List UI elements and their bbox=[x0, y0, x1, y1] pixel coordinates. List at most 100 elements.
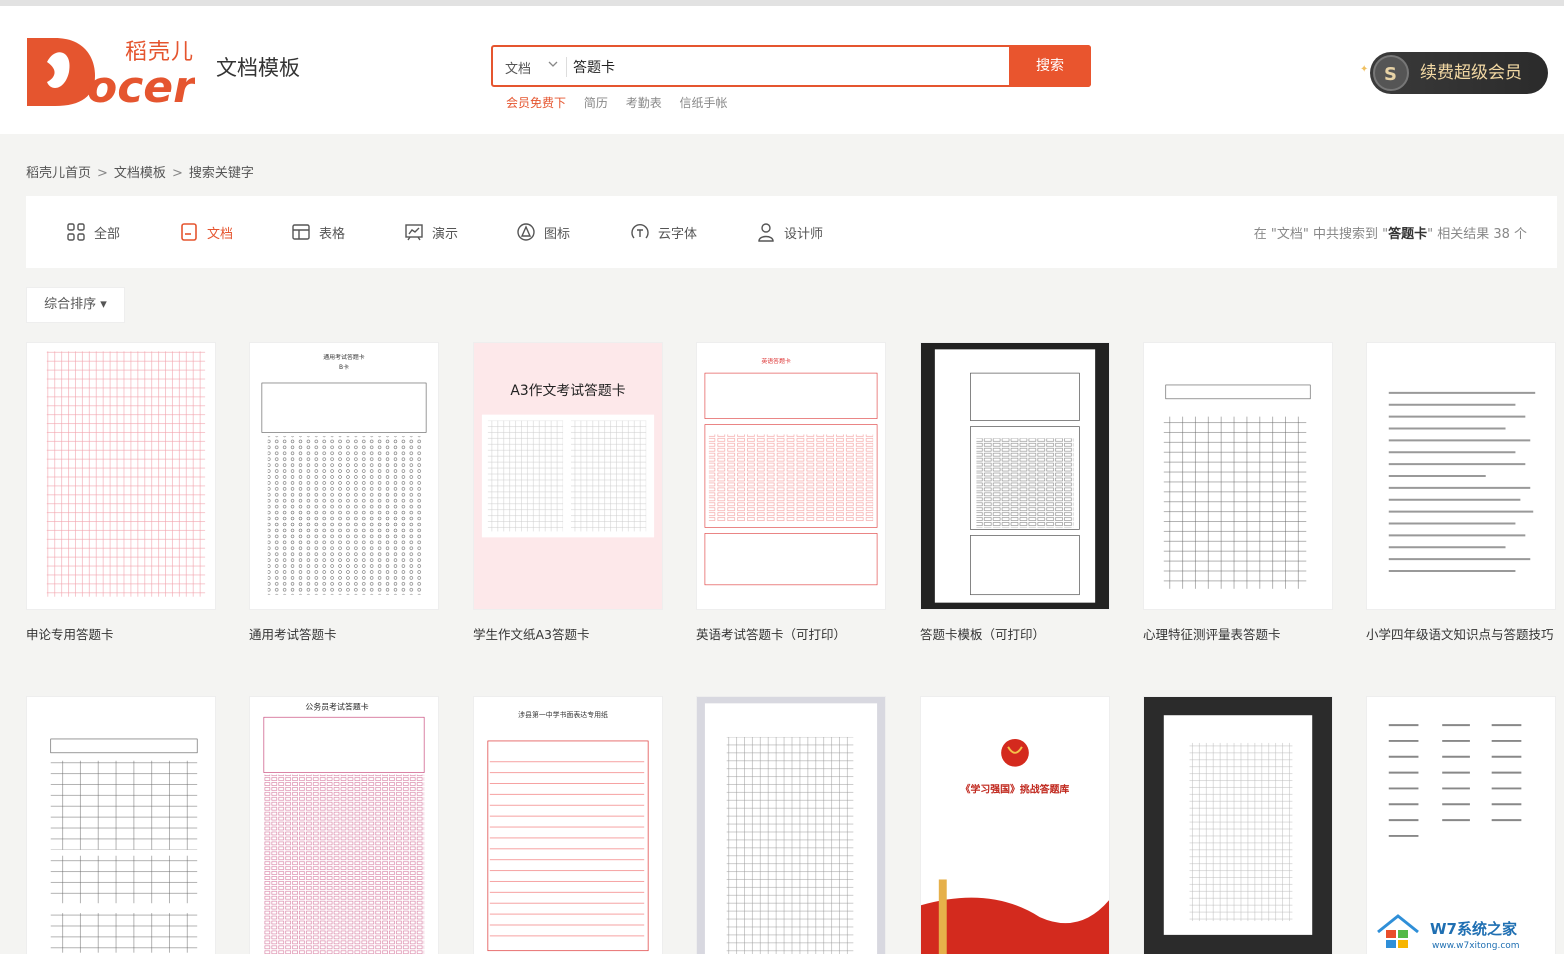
breadcrumb-separator: > bbox=[171, 166, 183, 181]
result-keyword: 答题卡 bbox=[1388, 227, 1428, 242]
breadcrumb-templates[interactable]: 文档模板 bbox=[114, 166, 166, 181]
template-card[interactable]: 小学四年级语文知识点与答题技巧 bbox=[1366, 342, 1556, 643]
chevron-down-icon[interactable] bbox=[547, 58, 559, 70]
hot-word-letter-paper[interactable]: 信纸手帐 bbox=[680, 96, 728, 110]
grid-icon bbox=[67, 223, 85, 241]
card-title[interactable]: 申论专用答题卡 bbox=[26, 624, 216, 643]
sort-dropdown[interactable]: 综合排序 ▾ bbox=[26, 287, 125, 323]
tab-label: 云字体 bbox=[658, 226, 698, 242]
result-summary: 在 "文档" 中共搜索到 "答题卡" 相关结果 38 个 bbox=[1254, 223, 1527, 242]
template-card[interactable]: 心理特征测评量表答题卡 bbox=[1143, 342, 1333, 643]
thumb-heading: 涉县第一中学书面表达专用纸 bbox=[518, 710, 608, 719]
sparkle-icon: ✦ bbox=[1360, 64, 1369, 75]
template-thumbnail[interactable] bbox=[1366, 342, 1556, 610]
tab-icons[interactable]: 图标 bbox=[516, 222, 570, 242]
civil-service-preview: 公务员考试答题卡 bbox=[263, 701, 425, 954]
xuexi-qiangguo-preview: 《学习强国》挑战答题库 bbox=[921, 738, 1109, 954]
search-type-select[interactable]: 文档 bbox=[505, 58, 531, 77]
user-icon bbox=[758, 223, 774, 242]
tab-presentation[interactable]: 演示 bbox=[404, 222, 458, 242]
tab-designer[interactable]: 设计师 bbox=[756, 222, 823, 242]
psych-scale-preview bbox=[1163, 384, 1311, 589]
icon-icon bbox=[517, 223, 535, 241]
template-card[interactable] bbox=[696, 696, 886, 954]
template-thumbnail[interactable]: 涉县第一中学书面表达专用纸 bbox=[473, 696, 663, 954]
card-title[interactable]: 学生作文纸A3答题卡 bbox=[473, 624, 663, 643]
template-card[interactable]: 涉县第一中学书面表达专用纸 bbox=[473, 696, 663, 954]
breadcrumb-separator: > bbox=[97, 166, 108, 181]
hot-word-resume[interactable]: 简历 bbox=[584, 96, 608, 110]
thumb-heading: 公务员考试答题卡 bbox=[305, 701, 368, 711]
hot-word-attendance[interactable]: 考勤表 bbox=[626, 96, 662, 110]
template-card[interactable]: 答题卡模板（可打印） bbox=[920, 342, 1110, 643]
template-thumbnail[interactable] bbox=[26, 342, 216, 610]
writing-paper-preview: 涉县第一中学书面表达专用纸 bbox=[487, 710, 649, 952]
breadcrumb-home[interactable]: 稻壳儿首页 bbox=[26, 166, 91, 181]
template-thumbnail[interactable]: 《学习强国》挑战答题库 bbox=[920, 696, 1110, 954]
template-card[interactable]: 公务员考试答题卡 bbox=[249, 696, 439, 954]
template-thumbnail[interactable]: 通用考试答题卡 B卡 bbox=[249, 342, 439, 610]
tab-label: 演示 bbox=[432, 226, 459, 242]
category-filter-bar: 全部 文档 表格 演示 图标 云字体 设计师 在 "文档" 中共搜索到 "答题卡… bbox=[26, 196, 1557, 268]
template-thumbnail[interactable] bbox=[1143, 342, 1333, 610]
tab-document[interactable]: 文档 bbox=[179, 222, 233, 242]
card-title[interactable]: 小学四年级语文知识点与答题技巧 bbox=[1366, 624, 1556, 643]
result-prefix: 在 "文档" 中共搜索到 " bbox=[1253, 227, 1389, 242]
tab-label: 全部 bbox=[94, 226, 121, 242]
card-title[interactable]: 英语考试答题卡（可打印） bbox=[696, 624, 886, 643]
watermark-text: W7系统之家 bbox=[1430, 920, 1517, 938]
site-title: 文档模板 bbox=[216, 56, 300, 80]
breadcrumb: 稻壳儿首页 > 文档模板 > 搜索关键字 bbox=[26, 162, 254, 181]
card-title[interactable]: 心理特征测评量表答题卡 bbox=[1143, 624, 1333, 643]
tab-label: 设计师 bbox=[784, 226, 824, 242]
vip-s-icon: S bbox=[1373, 55, 1409, 91]
hot-words: 会员免费下 简历 考勤表 信纸手帐 bbox=[506, 94, 742, 111]
search-box: 文档 搜索 bbox=[491, 45, 1091, 87]
template-thumbnail[interactable] bbox=[1143, 696, 1333, 954]
renew-vip-button[interactable]: S 续费超级会员 bbox=[1370, 52, 1548, 94]
tab-label: 文档 bbox=[207, 226, 234, 242]
template-thumbnail[interactable] bbox=[26, 696, 216, 954]
template-card[interactable]: 《学习强国》挑战答题库 bbox=[920, 696, 1110, 954]
template-thumbnail[interactable] bbox=[696, 696, 886, 954]
svg-text:ocer: ocer bbox=[87, 62, 195, 110]
template-card[interactable]: 申论专用答题卡 bbox=[26, 342, 216, 643]
svg-text:B卡: B卡 bbox=[339, 363, 349, 371]
card-title[interactable]: 答题卡模板（可打印） bbox=[920, 624, 1110, 643]
search-divider bbox=[566, 57, 567, 77]
template-card[interactable] bbox=[1143, 696, 1333, 954]
template-card[interactable]: 通用考试答题卡 B卡 通用考试答题卡 bbox=[249, 342, 439, 643]
thumb-heading: 《学习强国》挑战答题库 bbox=[961, 782, 1070, 795]
svg-text:英语答题卡: 英语答题卡 bbox=[761, 357, 791, 365]
tab-spreadsheet[interactable]: 表格 bbox=[291, 222, 345, 242]
essay-grid-preview bbox=[46, 351, 206, 597]
search-button[interactable]: 搜索 bbox=[1009, 45, 1091, 87]
document-icon bbox=[181, 223, 197, 241]
answer-sheet-preview: 通用考试答题卡 B卡 bbox=[261, 353, 427, 595]
template-thumbnail[interactable]: 英语答题卡 bbox=[696, 342, 886, 610]
hot-word-vip-free[interactable]: 会员免费下 bbox=[506, 96, 566, 110]
vip-label: 续费超级会员 bbox=[1420, 63, 1522, 83]
tab-label: 表格 bbox=[319, 226, 346, 242]
english-sheet-preview: 英语答题卡 bbox=[704, 357, 878, 586]
breadcrumb-current: 搜索关键字 bbox=[188, 166, 254, 181]
a3-essay-preview: A3作文考试答题卡 bbox=[481, 382, 655, 538]
chinese-notes-preview bbox=[1388, 391, 1536, 572]
search-input[interactable] bbox=[573, 53, 1003, 81]
presentation-icon bbox=[405, 224, 423, 241]
font-icon bbox=[631, 224, 649, 239]
site-header: ocer 稻壳儿 文档模板 文档 搜索 会员免费下 简历 考勤表 信纸手帐 ✦ … bbox=[0, 6, 1564, 134]
result-suffix: " 相关结果 38 个 bbox=[1427, 227, 1527, 242]
sheet-preview bbox=[50, 738, 198, 953]
dark-grid-preview bbox=[1163, 715, 1313, 935]
template-thumbnail[interactable] bbox=[920, 342, 1110, 610]
template-card[interactable]: 英语答题卡 英语考试答题卡（可打印） bbox=[696, 342, 886, 643]
template-card[interactable]: A3作文考试答题卡 学生作文纸A3答题卡 bbox=[473, 342, 663, 643]
template-thumbnail[interactable]: A3作文考试答题卡 bbox=[473, 342, 663, 610]
tab-cloud-font[interactable]: 云字体 bbox=[630, 222, 697, 242]
card-title[interactable]: 通用考试答题卡 bbox=[249, 624, 439, 643]
tab-all[interactable]: 全部 bbox=[66, 222, 120, 242]
template-thumbnail[interactable]: 公务员考试答题卡 bbox=[249, 696, 439, 954]
thumb-heading: A3作文考试答题卡 bbox=[510, 382, 625, 399]
template-card[interactable] bbox=[26, 696, 216, 954]
